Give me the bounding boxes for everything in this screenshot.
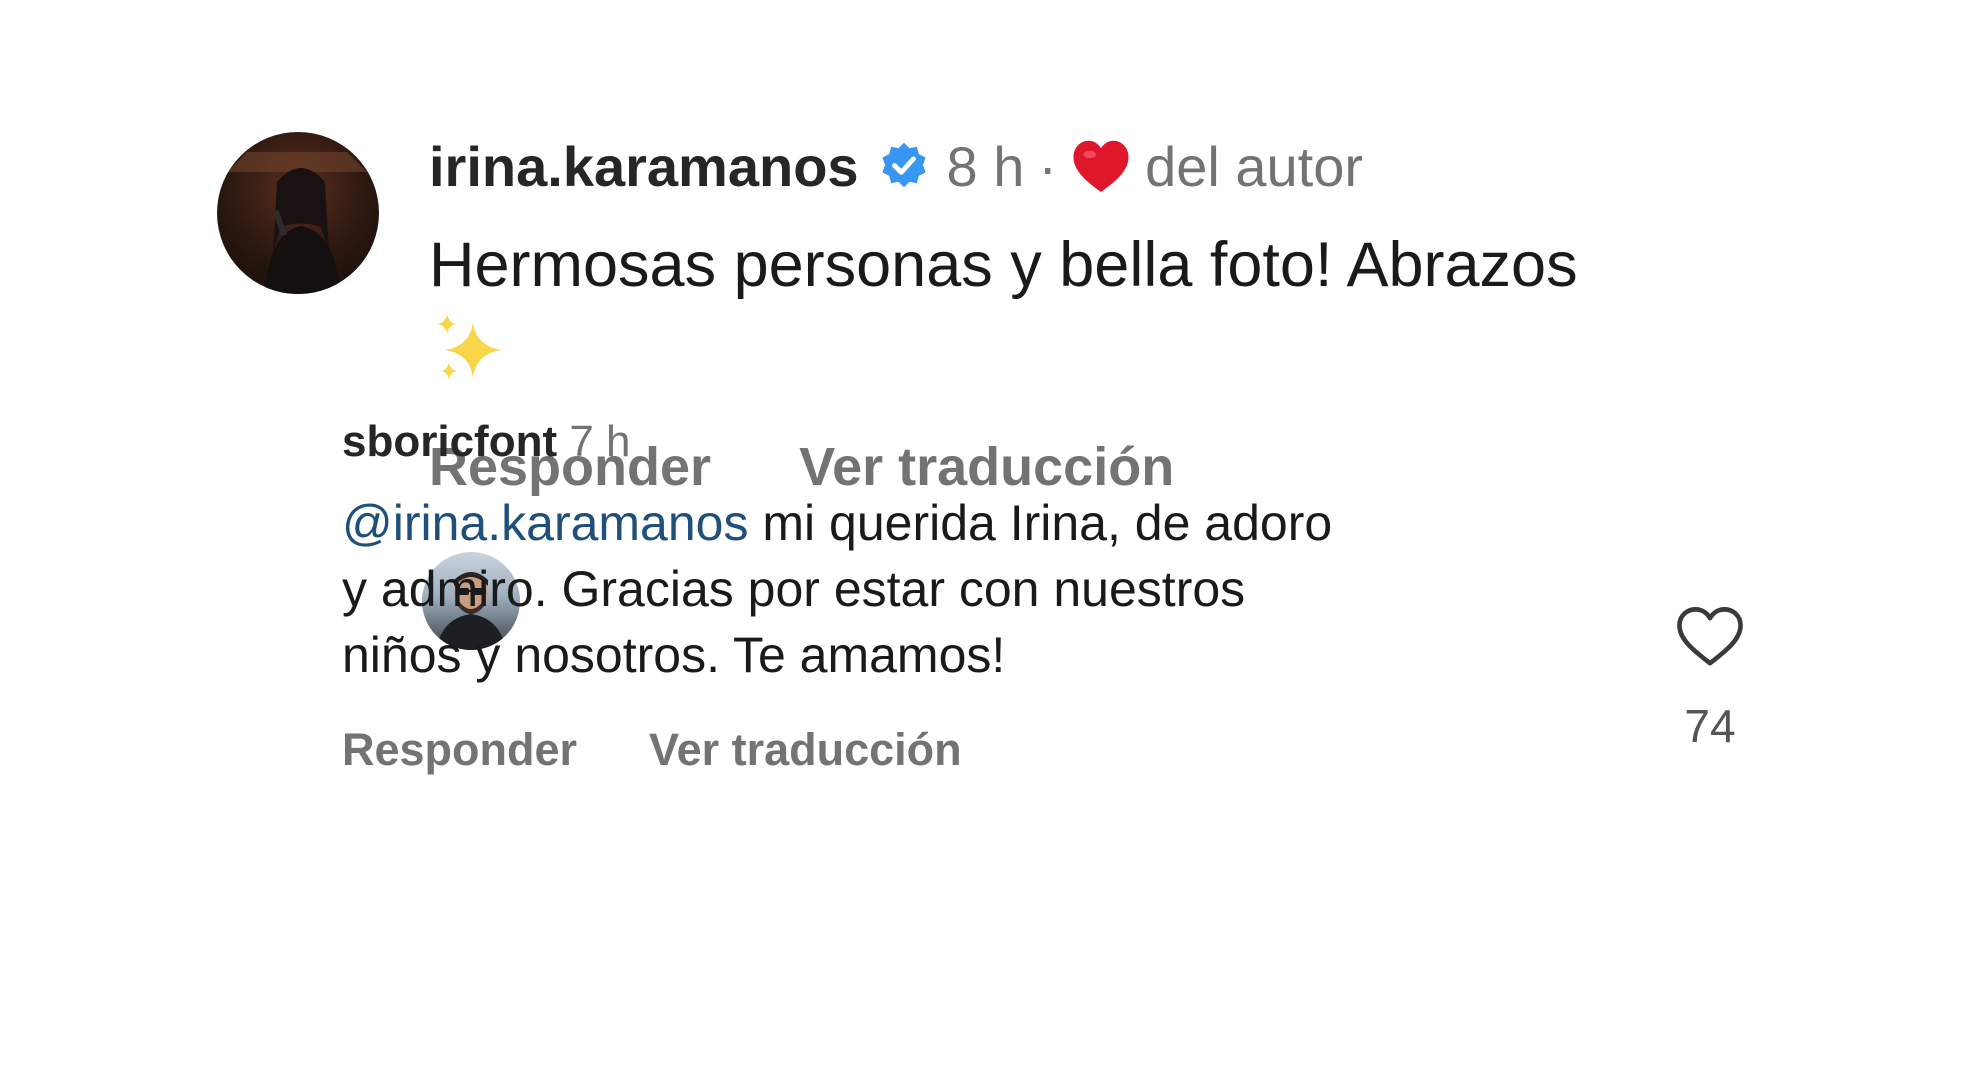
avatar-irina[interactable] [217, 132, 379, 294]
comment-thread: irina.karamanos 8 h · del autor Hermosas… [0, 0, 1980, 1080]
comment-username[interactable]: irina.karamanos [429, 132, 859, 202]
heart-outline-icon[interactable] [1674, 605, 1746, 669]
reply-meta: sboricfont 7 h [342, 412, 1542, 472]
see-translation-button[interactable]: Ver traducción [649, 724, 962, 776]
sparkles-emoji [437, 314, 501, 380]
reply-time: 7 h [569, 417, 631, 466]
heart-filled-icon [1073, 140, 1129, 192]
meta-separator: · [1038, 135, 1058, 198]
verified-badge-icon [881, 142, 926, 188]
reply-button[interactable]: Responder [342, 724, 577, 776]
comment-meta: irina.karamanos 8 h · del autor [429, 132, 1809, 202]
avatar-image [227, 152, 367, 294]
mention-link[interactable]: @irina.karamanos [342, 495, 748, 551]
like-area: 74 [1665, 605, 1755, 753]
reply-comment: sboricfont 7 h @irina.karamanos mi queri… [342, 412, 1542, 776]
reply-text: @irina.karamanos mi querida Irina, de ad… [342, 490, 1362, 688]
comment-text: Hermosas personas y bella foto! Abrazos [429, 230, 1578, 300]
reply-username[interactable]: sboricfont [342, 417, 557, 466]
like-count: 74 [1684, 700, 1736, 752]
liked-by-author-label: del autor [1145, 135, 1363, 198]
comment-time: 8 h [946, 135, 1025, 198]
reply-actions: Responder Ver traducción [342, 724, 1542, 776]
